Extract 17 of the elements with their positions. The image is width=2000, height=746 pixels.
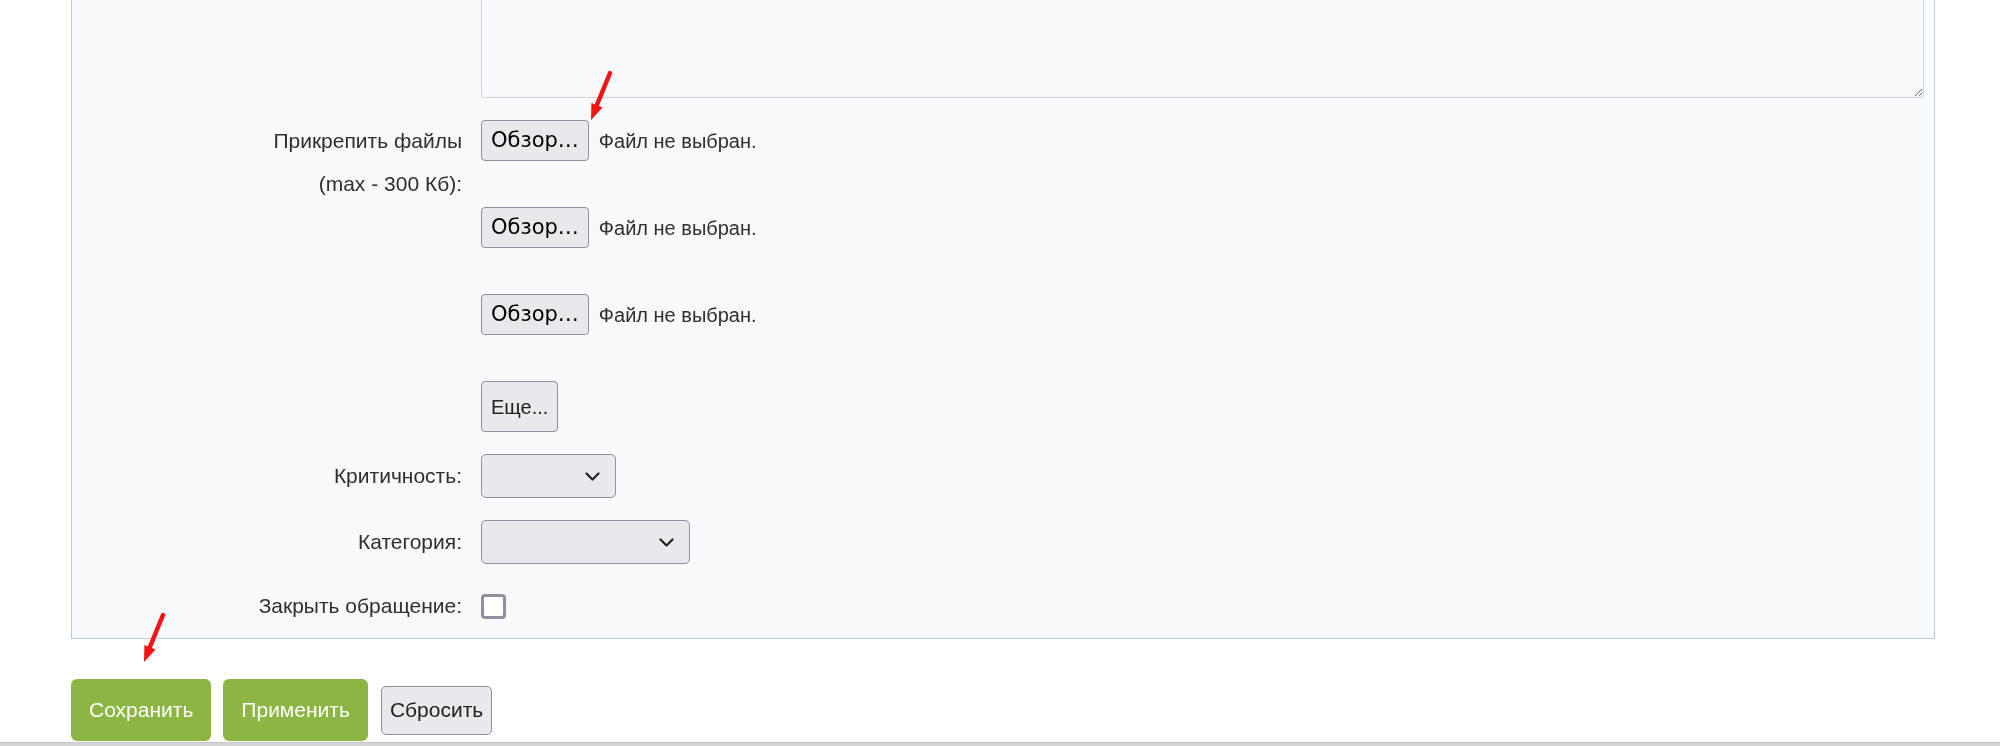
dropdown-select[interactable] [481,454,616,498]
browse-button[interactable]: Обзор… [481,120,589,161]
chevron-down-icon [585,471,600,481]
checkbox[interactable] [481,593,506,619]
file-status-text: Файл не выбран. [598,215,757,241]
field-label: Закрыть обращение: [257,593,462,619]
chevron-down-icon [659,537,674,547]
more-files-button[interactable]: Еще... [481,381,559,432]
file-status-text: Файл не выбран. [598,302,757,328]
browse-button[interactable]: Обзор… [481,207,589,248]
file-status-text: Файл не выбран. [598,128,757,154]
field-label: Критичность: [332,463,462,489]
browse-button[interactable]: Обзор… [481,294,589,335]
field-label: Категория: [357,529,462,555]
dropdown-select[interactable] [481,520,690,564]
form-action-button[interactable]: Сбросить [380,685,493,735]
attach-files-label: Прикрепить файлы (max - 300 Кб): [272,128,462,197]
